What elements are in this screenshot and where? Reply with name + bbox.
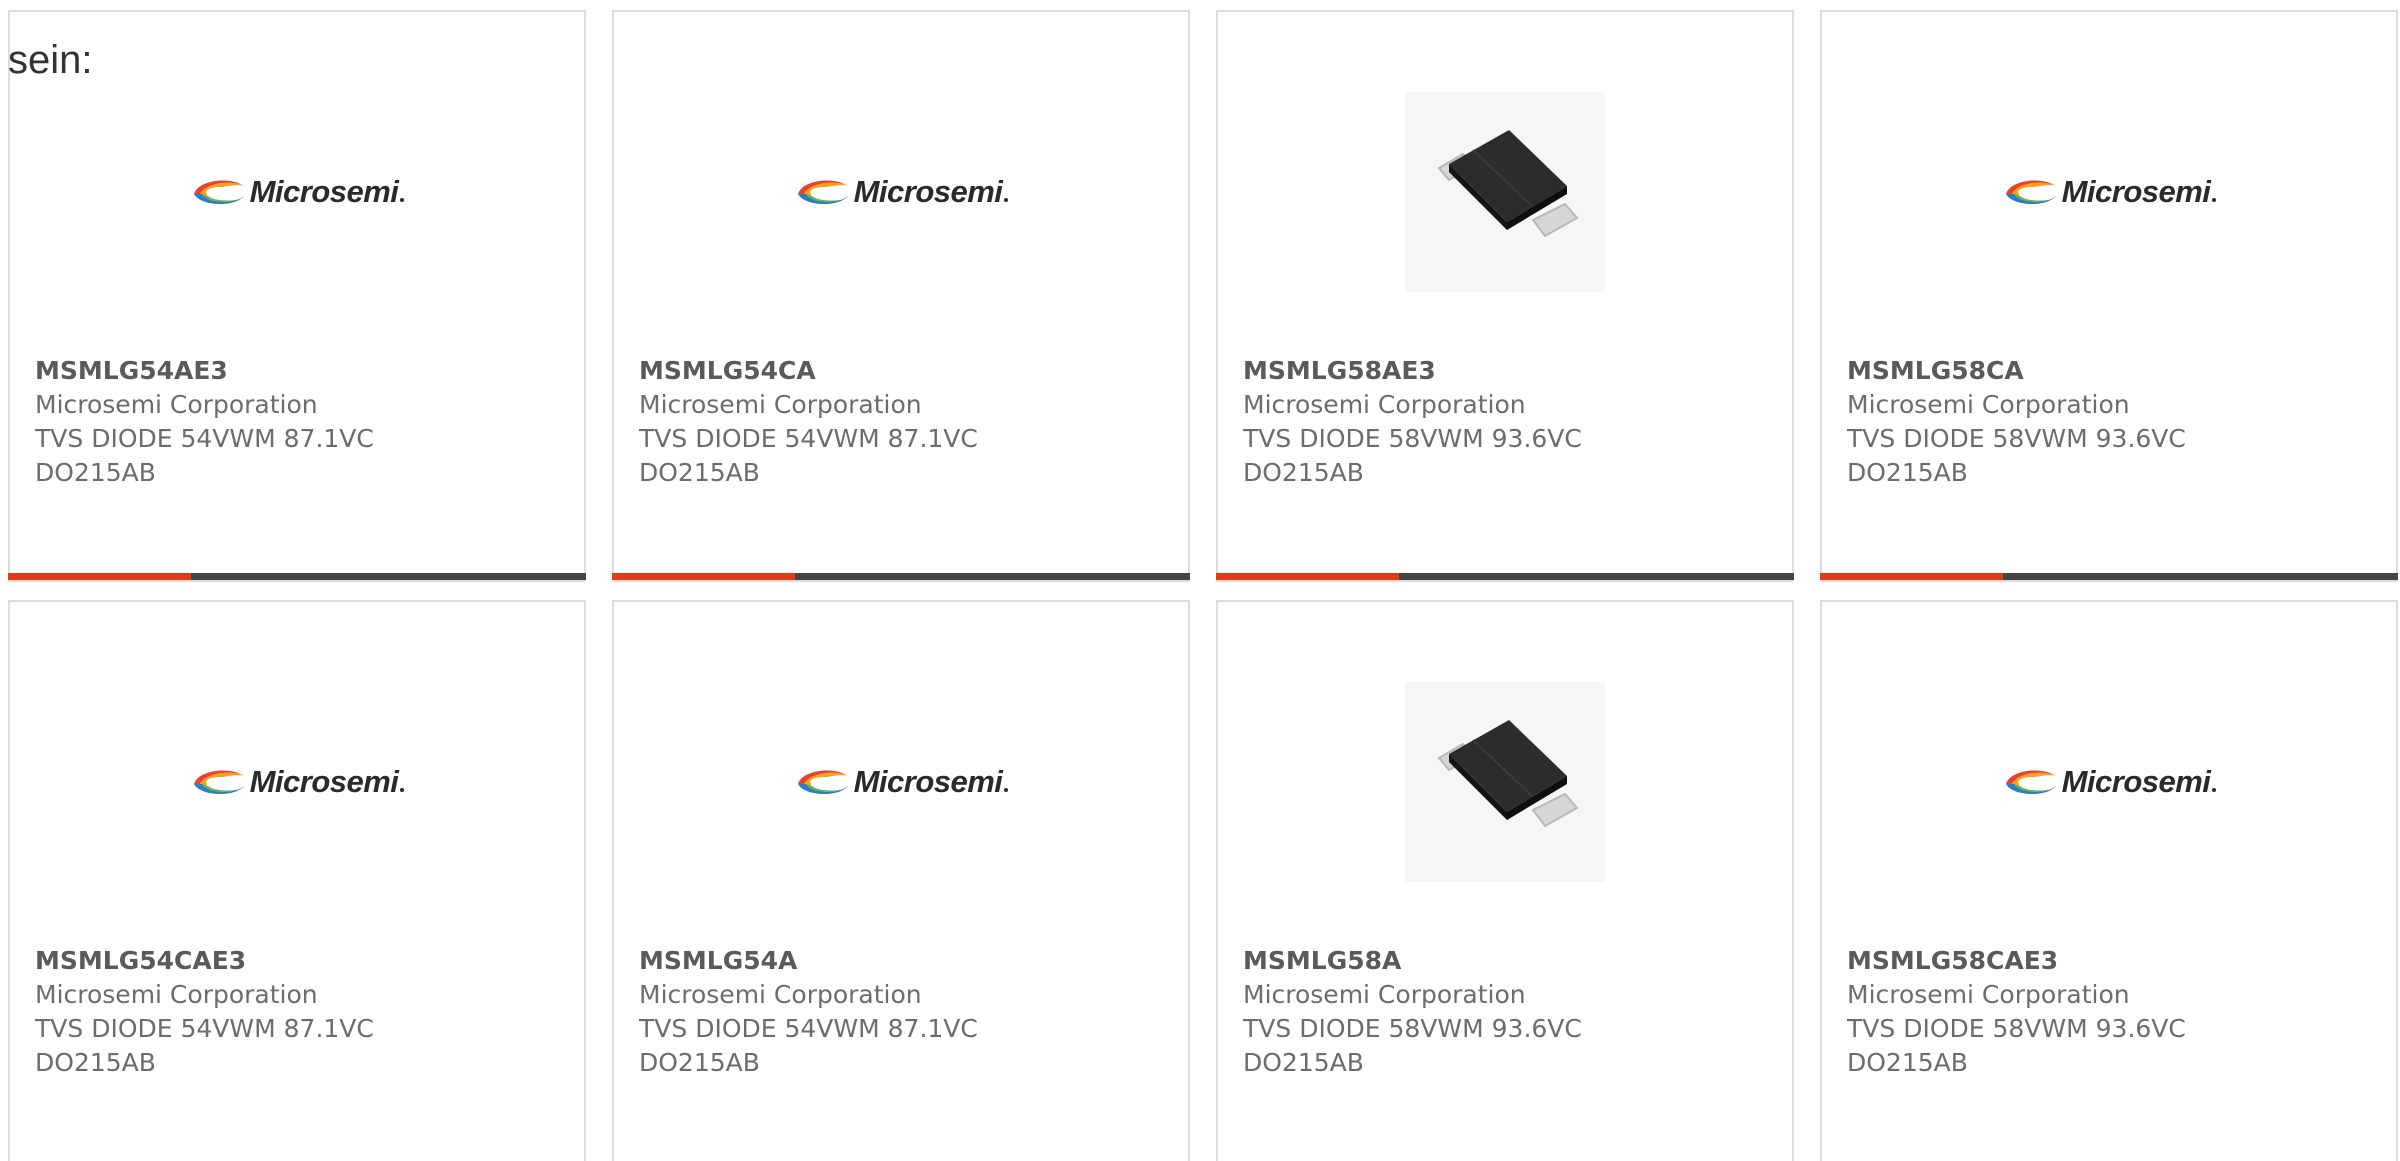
product-description: TVS DIODE 58VWM 93.6VC: [1243, 424, 1582, 453]
product-info: MSMLG58CA Microsemi Corporation TVS DIODE …: [1847, 354, 2186, 490]
package-type: DO215AB: [1243, 458, 1364, 487]
product-image[interactable]: Microsemi: [10, 672, 584, 892]
microsemi-logo: Microsemi: [794, 764, 1009, 800]
product-card[interactable]: Microsemi MSMLG54AE3 Microsemi Corporatio…: [8, 10, 586, 582]
product-card[interactable]: Microsemi MSMLG54CA Microsemi Corporation…: [612, 10, 1190, 582]
product-info: MSMLG58CAE3 Microsemi Corporation TVS DIOD…: [1847, 944, 2186, 1080]
microsemi-logo: Microsemi: [2002, 764, 2217, 800]
product-image[interactable]: Microsemi: [1822, 672, 2396, 892]
part-number[interactable]: MSMLG54A: [639, 944, 978, 978]
package-type: DO215AB: [1243, 1048, 1364, 1077]
package-type: DO215AB: [35, 458, 156, 487]
product-info: MSMLG54CA Microsemi Corporation TVS DIODE …: [639, 354, 978, 490]
microsemi-logo: Microsemi: [794, 174, 1009, 210]
microsemi-logo-text: Microsemi: [2061, 764, 2211, 799]
product-description: TVS DIODE 54VWM 87.1VC: [35, 424, 374, 453]
microsemi-logo: Microsemi: [190, 764, 405, 800]
package-type: DO215AB: [639, 458, 760, 487]
part-number[interactable]: MSMLG54AE3: [35, 354, 374, 388]
microsemi-logo-text: Microsemi: [853, 174, 1003, 209]
product-info: MSMLG54CAE3 Microsemi Corporation TVS DIOD…: [35, 944, 374, 1080]
product-card[interactable]: MSMLG58A Microsemi Corporation TVS DIODE 5…: [1216, 600, 1794, 1161]
product-card[interactable]: Microsemi MSMLG58CAE3 Microsemi Corporati…: [1820, 600, 2398, 1161]
card-accent-highlight: [1820, 573, 2003, 580]
part-number[interactable]: MSMLG58A: [1243, 944, 1582, 978]
part-number[interactable]: MSMLG58CAE3: [1847, 944, 2186, 978]
part-number[interactable]: MSMLG54CAE3: [35, 944, 374, 978]
microsemi-logo-text: Microsemi: [2061, 174, 2211, 209]
microsemi-swirl-icon: [2005, 770, 2056, 795]
card-accent-bar: [8, 573, 586, 580]
card-accent-bar: [612, 573, 1190, 580]
product-info: MSMLG58A Microsemi Corporation TVS DIODE 5…: [1243, 944, 1582, 1080]
product-photo: [1405, 682, 1605, 882]
manufacturer: Microsemi Corporation: [639, 390, 922, 419]
manufacturer: Microsemi Corporation: [1847, 980, 2130, 1009]
diode-package-icon: [1437, 130, 1579, 238]
product-card[interactable]: MSMLG58AE3 Microsemi Corporation TVS DIODE…: [1216, 10, 1794, 582]
microsemi-swirl-icon: [193, 770, 244, 795]
part-number[interactable]: MSMLG58AE3: [1243, 354, 1582, 388]
product-description: TVS DIODE 58VWM 93.6VC: [1847, 424, 2186, 453]
card-accent-bar: [1216, 573, 1794, 580]
manufacturer: Microsemi Corporation: [1243, 980, 1526, 1009]
microsemi-logo-text: Microsemi: [249, 764, 399, 799]
diode-package-icon: [1437, 720, 1579, 828]
product-image[interactable]: Microsemi: [614, 82, 1188, 302]
manufacturer: Microsemi Corporation: [639, 980, 922, 1009]
manufacturer: Microsemi Corporation: [35, 390, 318, 419]
microsemi-logo: Microsemi: [2002, 174, 2217, 210]
intro-text: sein:: [8, 38, 93, 82]
product-info: MSMLG54AE3 Microsemi Corporation TVS DIODE…: [35, 354, 374, 490]
product-image[interactable]: Microsemi: [614, 672, 1188, 892]
manufacturer: Microsemi Corporation: [1243, 390, 1526, 419]
microsemi-logo-text: Microsemi: [853, 764, 1003, 799]
package-type: DO215AB: [639, 1048, 760, 1077]
card-accent-highlight: [8, 573, 191, 580]
microsemi-logo: Microsemi: [190, 174, 405, 210]
product-image[interactable]: Microsemi: [10, 82, 584, 302]
product-card[interactable]: Microsemi MSMLG54A Microsemi Corporation T…: [612, 600, 1190, 1161]
microsemi-swirl-icon: [2005, 180, 2056, 205]
microsemi-swirl-icon: [193, 180, 244, 205]
product-description: TVS DIODE 58VWM 93.6VC: [1243, 1014, 1582, 1043]
card-accent-highlight: [612, 573, 795, 580]
package-type: DO215AB: [35, 1048, 156, 1077]
product-image[interactable]: [1218, 82, 1792, 302]
microsemi-swirl-icon: [797, 770, 848, 795]
microsemi-swirl-icon: [797, 180, 848, 205]
product-card[interactable]: Microsemi MSMLG54CAE3 Microsemi Corporati…: [8, 600, 586, 1161]
product-description: TVS DIODE 54VWM 87.1VC: [639, 1014, 978, 1043]
product-card[interactable]: Microsemi MSMLG58CA Microsemi Corporation…: [1820, 10, 2398, 582]
card-accent-bar: [1820, 573, 2398, 580]
part-number[interactable]: MSMLG54CA: [639, 354, 978, 388]
product-description: TVS DIODE 54VWM 87.1VC: [639, 424, 978, 453]
package-type: DO215AB: [1847, 1048, 1968, 1077]
product-image[interactable]: Microsemi: [1822, 82, 2396, 302]
package-type: DO215AB: [1847, 458, 1968, 487]
manufacturer: Microsemi Corporation: [35, 980, 318, 1009]
product-description: TVS DIODE 58VWM 93.6VC: [1847, 1014, 2186, 1043]
product-photo: [1405, 92, 1605, 292]
product-grid: Microsemi MSMLG54AE3 Microsemi Corporatio…: [8, 10, 2398, 1161]
product-image[interactable]: [1218, 672, 1792, 892]
card-accent-highlight: [1216, 573, 1399, 580]
microsemi-logo-text: Microsemi: [249, 174, 399, 209]
manufacturer: Microsemi Corporation: [1847, 390, 2130, 419]
product-info: MSMLG58AE3 Microsemi Corporation TVS DIODE…: [1243, 354, 1582, 490]
product-grid-page: sein: Microsemi MSMLG54AE3 Microsemi Corp…: [0, 0, 2400, 1161]
part-number[interactable]: MSMLG58CA: [1847, 354, 2186, 388]
product-info: MSMLG54A Microsemi Corporation TVS DIODE 5…: [639, 944, 978, 1080]
product-description: TVS DIODE 54VWM 87.1VC: [35, 1014, 374, 1043]
